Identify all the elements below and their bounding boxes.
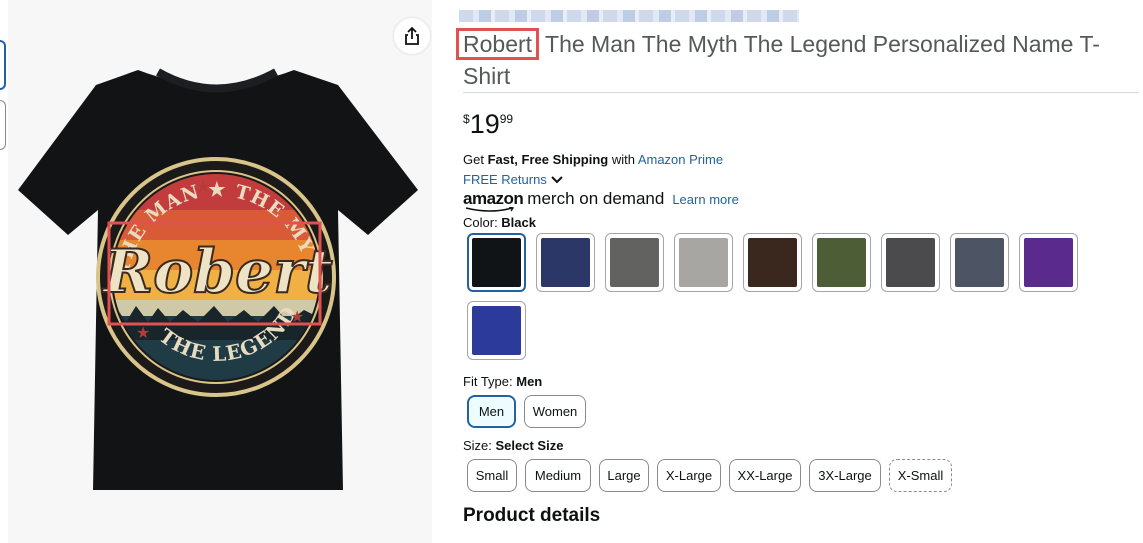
shipping-info: Get Fast, Free Shipping with Amazon Prim… <box>463 152 723 167</box>
color-swatch-olive[interactable] <box>812 233 871 292</box>
product-details-heading: Product details <box>463 505 601 526</box>
price-whole: 19 <box>469 109 500 139</box>
size-option-small[interactable]: Small <box>467 459 517 492</box>
color-swatch-heather-grey[interactable] <box>674 233 733 292</box>
size-value: Select Size <box>495 438 564 453</box>
share-icon <box>405 26 419 45</box>
svg-text:★: ★ <box>196 179 210 196</box>
size-label-text: Size: <box>463 438 496 453</box>
color-label: Color: Black <box>463 215 536 230</box>
shipping-with: with <box>608 152 638 167</box>
free-returns-label: FREE Returns <box>463 172 547 187</box>
brand-link-blurred[interactable] <box>459 10 799 22</box>
size-option-3x-large[interactable]: 3X-Large <box>809 459 881 492</box>
fit-type-options: Men Women <box>467 395 586 428</box>
size-label: Size: Select Size <box>463 438 563 453</box>
product-image[interactable]: THE MAN ★ THE MYTH THE LEGEND Robert ★ ★… <box>8 0 432 543</box>
color-swatch-asphalt[interactable] <box>605 233 664 292</box>
swatch-fill <box>1024 238 1073 287</box>
swatch-fill <box>886 238 935 287</box>
size-option-x-large[interactable]: X-Large <box>657 459 721 492</box>
swatch-fill <box>541 238 590 287</box>
merch-logo-text: merch on demand <box>527 189 665 208</box>
fast-free-shipping: Fast, Free Shipping <box>487 152 609 167</box>
swatch-fill <box>610 238 659 287</box>
title-divider <box>463 92 1139 93</box>
size-options: Small Medium Large X-Large XX-Large 3X-L… <box>467 459 952 492</box>
color-swatch-royal-blue[interactable] <box>467 301 526 360</box>
product-title: Robert The Man The Myth The Legend Perso… <box>456 28 1139 92</box>
size-option-x-small[interactable]: X-Small <box>889 459 952 492</box>
title-name-highlight: Robert <box>456 28 540 60</box>
amazon-merch-logo: amazon <box>463 189 524 212</box>
color-swatch-dark-heather[interactable] <box>881 233 940 292</box>
thumbnail-1[interactable] <box>0 40 6 90</box>
amazon-prime-link[interactable]: Amazon Prime <box>638 152 723 167</box>
color-swatch-navy[interactable] <box>536 233 595 292</box>
size-option-xx-large[interactable]: XX-Large <box>729 459 801 492</box>
shipping-prefix: Get <box>463 152 488 167</box>
swatch-fill <box>472 306 521 355</box>
svg-text:★: ★ <box>136 325 150 342</box>
fit-option-men[interactable]: Men <box>467 395 516 428</box>
title-rest: The Man The Myth The Legend Personalized… <box>463 31 1100 89</box>
color-swatch-black[interactable] <box>467 233 526 292</box>
fit-option-women[interactable]: Women <box>524 395 586 428</box>
color-value: Black <box>501 215 536 230</box>
share-button[interactable] <box>394 18 430 54</box>
chevron-down-icon <box>551 175 563 183</box>
swatch-fill <box>817 238 866 287</box>
color-label-text: Color: <box>463 215 502 230</box>
fit-label-text: Fit Type: <box>463 374 517 389</box>
learn-more-link[interactable]: Learn more <box>672 192 738 207</box>
fit-value: Men <box>516 374 543 389</box>
color-swatch-heather-blue[interactable] <box>950 233 1009 292</box>
thumbnail-strip <box>0 40 6 160</box>
tshirt-graphic: THE MAN ★ THE MYTH THE LEGEND Robert ★ ★… <box>8 60 418 490</box>
fit-type-label: Fit Type: Men <box>463 374 542 389</box>
size-option-large[interactable]: Large <box>599 459 649 492</box>
merch-on-demand: amazon merch on demand Learn more <box>463 189 739 212</box>
shirt-print-name: Robert <box>101 237 333 307</box>
free-returns-link[interactable]: FREE Returns <box>463 172 563 187</box>
price-currency: $ <box>463 112 470 126</box>
size-option-medium[interactable]: Medium <box>525 459 591 492</box>
swatch-fill <box>955 238 1004 287</box>
price-fraction: 99 <box>499 112 514 126</box>
swatch-fill <box>748 238 797 287</box>
swatch-fill <box>472 238 521 287</box>
swatch-fill <box>679 238 728 287</box>
thumbnail-2[interactable] <box>0 100 6 150</box>
price: $ 19 99 <box>463 108 513 140</box>
color-swatch-purple[interactable] <box>1019 233 1078 292</box>
color-swatch-brown[interactable] <box>743 233 802 292</box>
color-swatches <box>467 233 1087 360</box>
